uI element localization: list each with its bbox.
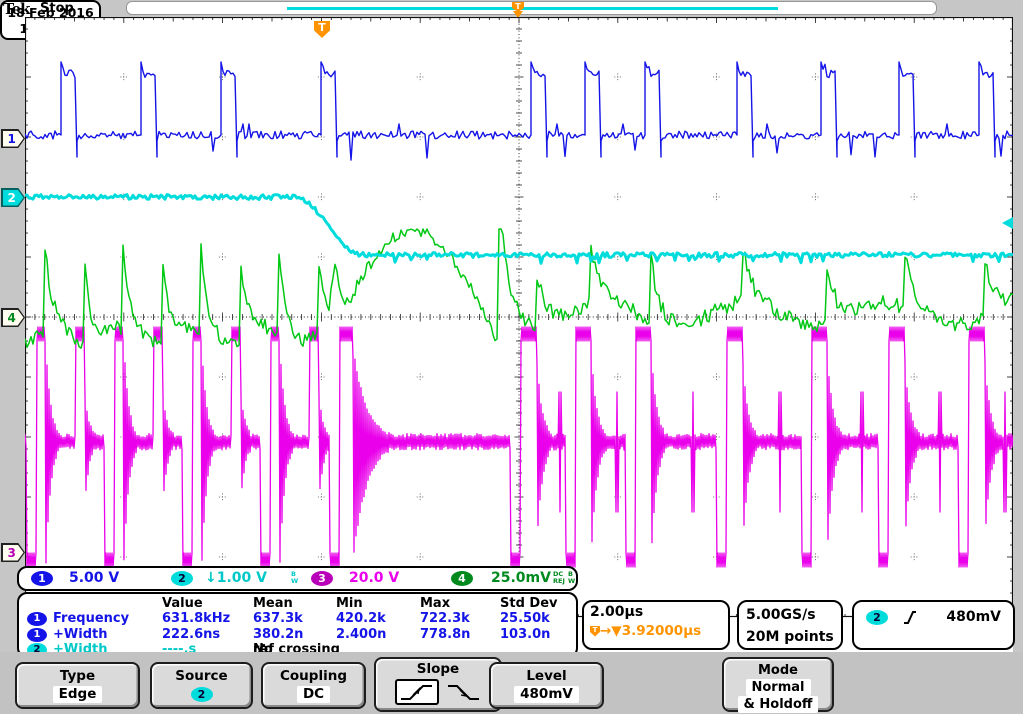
measurement-mean: 637.3k (253, 611, 303, 626)
record-length: 20M points (746, 626, 834, 648)
level-value: 480mV (514, 686, 579, 703)
tek-logo: Tek (3, 0, 29, 18)
rising-slope-selected-option[interactable] (395, 679, 439, 705)
col-header-min: Min (336, 596, 363, 611)
col-header-value: Value (162, 596, 203, 611)
delay-arrows: →▼ (600, 623, 622, 639)
rising-edge-icon (902, 608, 917, 626)
trigger-type-button[interactable]: Type Edge (15, 662, 140, 709)
channel2-ground-marker: 2 (1, 188, 25, 207)
mode-value-line2: & Holdoff (738, 696, 819, 713)
measurement-stddev: 103.0n (500, 627, 550, 642)
record-trigger-position-marker: T (511, 2, 525, 18)
acquisition-readout: 5.00GS/s 20M points (737, 600, 843, 650)
trigger-readout: 2 480mV (852, 600, 1015, 650)
trigger-level-value: 480mV (946, 609, 1001, 625)
measurement-max: 778.8n (420, 627, 470, 642)
channel3-scale[interactable]: 20.0 V (349, 570, 399, 586)
sample-rate: 5.00GS/s (746, 604, 834, 626)
channel3-ground-marker: 3 (1, 543, 25, 562)
channel4-ground-marker: 4 (1, 308, 25, 327)
rising-slope-icon (399, 682, 435, 702)
measurement-name: +Width (53, 627, 107, 642)
timebase-readout: 2.00µs T→▼3.92000µs (582, 600, 730, 650)
channel2-badge[interactable]: 2 (171, 571, 193, 586)
channel1-ground-marker: 1 (1, 129, 25, 148)
measurement-min: 2.400n (336, 627, 386, 642)
channel1-badge[interactable]: 1 (31, 571, 53, 586)
trigger-slope-button[interactable]: Slope (374, 657, 502, 712)
measurement-value: 631.8kHz (162, 611, 230, 626)
trigger-source-badge: 2 (866, 610, 888, 625)
channel2-scale[interactable]: ↓1.00 V (205, 570, 267, 586)
trigger-mode-button[interactable]: Mode Normal & Holdoff (722, 657, 834, 712)
channel1-scale[interactable]: 5.00 V (69, 570, 119, 586)
source-channel-badge: 2 (191, 687, 213, 702)
timebase-scale: 2.00µs (590, 604, 722, 620)
channel2-bandwidth-icon: BW (291, 571, 298, 585)
measurement-mean: 380.2n (253, 627, 303, 642)
measurement-row-channel-badge: 1 (27, 612, 47, 626)
trigger-coupling-button[interactable]: Coupling DC (261, 662, 366, 709)
col-header-stddev: Std Dev (500, 596, 558, 611)
acquisition-status: Stop (40, 1, 74, 16)
channel4-badge[interactable]: 4 (451, 571, 473, 586)
col-header-max: Max (420, 596, 450, 611)
mode-value-line1: Normal (746, 679, 811, 696)
falling-slope-icon[interactable] (446, 682, 482, 702)
channel4-dc-reject-icon: DCREJ (553, 571, 565, 585)
waveform-svg (25, 17, 1013, 618)
col-header-mean: Mean (253, 596, 293, 611)
trigger-source-button[interactable]: Source 2 (150, 662, 253, 709)
oscilloscope-screen: Tek Stop T T 1 2 4 3 1 5.00 V 2 ↓1.00 V … (0, 0, 1023, 714)
channel4-scale[interactable]: 25.0mV (491, 570, 551, 586)
record-view-bar: T (126, 1, 937, 15)
measurement-value: 222.6ns (162, 627, 220, 642)
coupling-value: DC (297, 686, 330, 703)
trigger-delay-readout: T→▼3.92000µs (590, 623, 722, 639)
waveform-display (25, 17, 1013, 618)
trigger-type-value: Edge (53, 686, 103, 703)
measurement-table: Value Mean Min Max Std Dev 1 Frequency 6… (17, 592, 578, 658)
measurement-row-channel-badge: 1 (27, 628, 47, 642)
trigger-t-icon: T (590, 626, 600, 637)
measurement-stddev: 25.50k (500, 611, 550, 626)
channel4-bandwidth-icon: BW (568, 571, 575, 585)
trigger-level-button[interactable]: Level 480mV (489, 662, 604, 709)
channel-readout-bar: 1 5.00 V 2 ↓1.00 V BW 3 20.0 V 4 25.0mV … (17, 566, 578, 591)
measurement-name: Frequency (53, 611, 129, 626)
delay-value: 3.92000µs (622, 623, 701, 639)
record-view-waveform-line (287, 7, 778, 10)
channel3-badge[interactable]: 3 (311, 571, 333, 586)
measurement-min: 420.2k (336, 611, 386, 626)
measurement-max: 722.3k (420, 611, 470, 626)
